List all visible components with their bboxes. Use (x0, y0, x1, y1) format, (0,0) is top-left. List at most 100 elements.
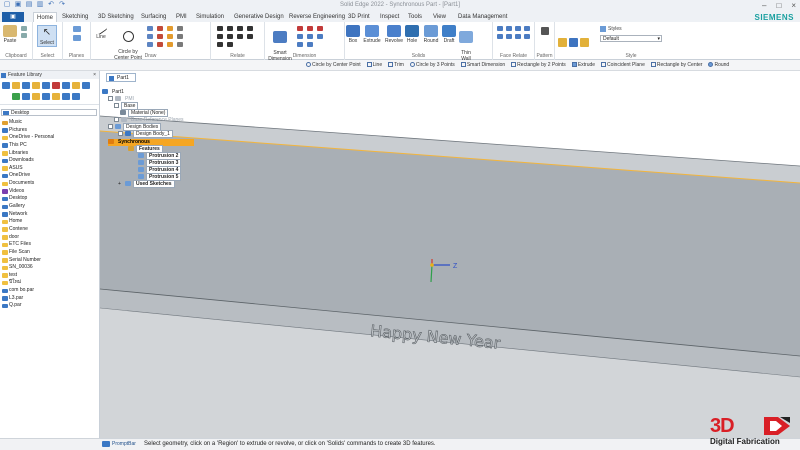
checkbox[interactable] (118, 131, 123, 137)
face-parallel-icon[interactable] (506, 26, 512, 31)
revolve-button[interactable]: Revolve (384, 25, 404, 44)
hole-button[interactable]: Hole (405, 25, 419, 44)
tab-inspect[interactable]: Inspect (377, 12, 402, 22)
extrude-button[interactable]: Extrude (362, 25, 382, 44)
promptbar-button[interactable]: PromptBar (102, 441, 136, 447)
open-folder-icon[interactable] (32, 93, 40, 100)
chamfer-dimension-icon[interactable] (317, 34, 323, 39)
curve-icon[interactable] (147, 42, 153, 47)
rotate-icon[interactable] (177, 34, 183, 39)
face-offset-icon[interactable] (524, 34, 530, 39)
material-icon[interactable] (580, 38, 589, 47)
tree-node-material[interactable]: Material (None) (120, 109, 169, 117)
tab-generative-design[interactable]: Generative Design (231, 12, 287, 22)
folder-item[interactable]: Desktop (1, 195, 99, 203)
tab-surfacing[interactable]: Surfacing (138, 12, 169, 22)
folder-item[interactable]: Gallery (1, 203, 99, 211)
folder-item[interactable]: Home (1, 218, 99, 226)
graphics-window[interactable]: Part1 Z Happy New Year (100, 71, 800, 438)
tree-node-used-sketches[interactable]: + Used Sketches (118, 180, 175, 188)
folder-item[interactable]: Serial Number (1, 257, 99, 265)
cut-icon[interactable] (21, 26, 27, 31)
tab-tools[interactable]: Tools (405, 12, 425, 22)
box-button[interactable]: Box (346, 25, 360, 44)
angle-between-icon[interactable] (307, 26, 313, 31)
collinear-icon[interactable] (227, 42, 233, 47)
minimize-icon[interactable]: – (762, 0, 766, 12)
new-folder-icon[interactable] (32, 82, 40, 89)
offset-icon[interactable] (157, 42, 163, 47)
equal-icon[interactable] (247, 26, 253, 31)
folder-up-icon[interactable] (12, 82, 20, 89)
folder-item[interactable]: com bo.par (1, 287, 99, 295)
maximize-icon[interactable]: □ (776, 0, 781, 12)
plane-icon[interactable] (73, 26, 81, 32)
tab-3d-print[interactable]: 3D Print (345, 12, 373, 22)
tab-data-management[interactable]: Data Management (455, 12, 510, 22)
coordinate-dimension-icon[interactable] (317, 26, 323, 31)
face-coplanar-icon[interactable] (497, 26, 503, 31)
trim-icon[interactable] (157, 26, 163, 31)
face-tangent-icon[interactable] (524, 26, 530, 31)
face-concentric-icon[interactable] (497, 34, 503, 39)
folder-item[interactable]: Documents (1, 180, 99, 188)
tab-pmi[interactable]: PMI (173, 12, 190, 22)
close-panel-icon[interactable]: × (93, 71, 96, 79)
symmetric-diameter-icon[interactable] (297, 34, 303, 39)
tab-view[interactable]: View (430, 12, 449, 22)
help-icon[interactable] (72, 93, 80, 100)
style-select[interactable]: Default ▾ (600, 35, 662, 42)
cmd-extrude[interactable]: Extrude (571, 62, 595, 68)
rectangle-icon[interactable] (147, 26, 153, 31)
checkbox[interactable] (114, 103, 119, 109)
select-button[interactable]: ↖ Select (37, 25, 57, 47)
cmd-coincident-plane[interactable]: Coincident Plane (601, 62, 645, 68)
face-symmetric-icon[interactable] (506, 34, 512, 39)
concentric-icon[interactable] (237, 26, 243, 31)
symmetric-icon[interactable] (217, 42, 223, 47)
chamfer-icon[interactable] (167, 34, 173, 39)
tree-node-part1[interactable]: Part1 (102, 89, 126, 96)
folder-item[interactable]: door (1, 234, 99, 242)
draft-button[interactable]: Draft (442, 25, 456, 44)
fillet-icon[interactable] (167, 26, 173, 31)
cmd-round[interactable]: Round (708, 62, 729, 68)
forward-icon[interactable] (12, 93, 20, 100)
close-icon[interactable]: × (791, 0, 796, 12)
scale-icon[interactable] (177, 42, 183, 47)
tangent-icon[interactable] (227, 26, 233, 31)
file-tab[interactable]: ▣ (2, 12, 24, 22)
folder-item[interactable]: Downloads (1, 157, 99, 165)
back-icon[interactable] (2, 82, 10, 89)
folder-item[interactable]: ASUS (1, 165, 99, 173)
line-button[interactable]: Line (93, 22, 109, 40)
extend-icon[interactable] (157, 34, 163, 39)
cmd-rectangle-by-center[interactable]: Rectangle by Center (650, 62, 702, 68)
folder-item[interactable]: Videos (1, 188, 99, 196)
folder-item[interactable]: ปีใหม่ (1, 279, 99, 287)
folder-item[interactable]: Contene (1, 226, 99, 234)
cmd-circle-by-3-points[interactable]: Circle by 3 Points (409, 62, 455, 68)
add-feature-icon[interactable] (72, 82, 80, 89)
views-icon[interactable] (42, 82, 50, 89)
part-color-icon[interactable] (558, 38, 567, 47)
pattern-icon[interactable] (541, 27, 549, 35)
folder-item[interactable]: This PC (1, 142, 99, 150)
plane-option-icon[interactable] (73, 35, 81, 41)
perpendicular-icon[interactable] (237, 34, 243, 39)
checkbox[interactable] (114, 117, 119, 123)
tab-home[interactable]: Home (33, 12, 58, 22)
refresh-icon[interactable] (22, 82, 30, 89)
view-style-icon[interactable] (569, 38, 578, 47)
tab-reverse-engineering[interactable]: Reverse Engineering (286, 12, 348, 22)
mirror-icon[interactable] (167, 42, 173, 47)
folder-item[interactable]: Q.par (1, 302, 99, 310)
tab-sketching[interactable]: Sketching (59, 12, 91, 22)
tab-simulation[interactable]: Simulation (193, 12, 227, 22)
angular-dimension-icon[interactable] (297, 42, 303, 47)
location-field[interactable]: Desktop (1, 109, 97, 116)
tree-node-design-body-1[interactable]: Design Body_1 (118, 130, 173, 138)
face-aligned-icon[interactable] (515, 34, 521, 39)
list-view-icon[interactable] (42, 93, 50, 100)
folder-item[interactable]: File Scan (1, 249, 99, 257)
